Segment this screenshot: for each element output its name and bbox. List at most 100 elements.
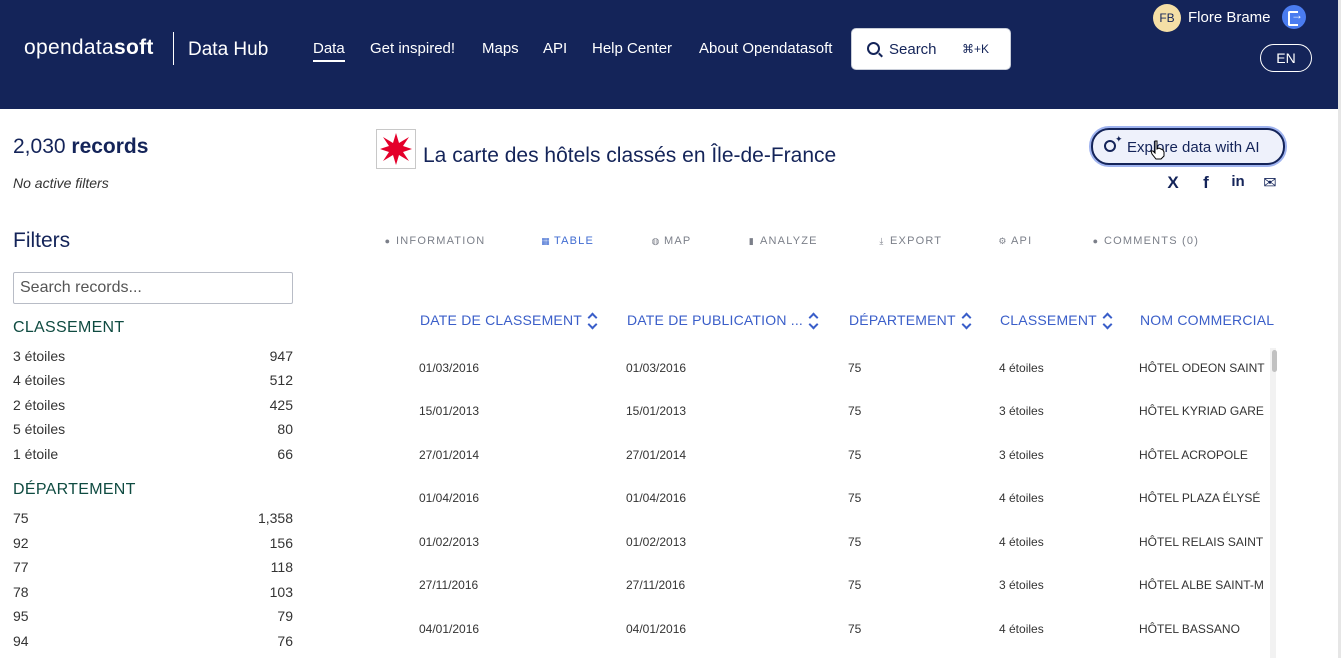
tab-information[interactable]: ● INFORMATION [383,235,485,247]
table-cell: 15/01/2013 [626,404,687,418]
column-header-departement[interactable]: DÉPARTEMENT [849,312,972,328]
table-scrollbar[interactable] [1270,348,1276,658]
comments-icon: ● [1092,236,1100,246]
facet-item[interactable]: 1 étoile 66 [13,446,293,462]
table-scrollbar-thumb[interactable] [1272,350,1277,372]
facet-item[interactable]: 75 1,358 [13,510,293,526]
star-logo-icon [380,133,412,165]
records-count: 2,030 records [13,135,149,158]
facet-item-label: 77 [13,559,29,575]
table-row[interactable]: 27/11/2016 27/11/2016 75 3 étoiles HÔTEL… [400,578,1270,621]
facet-item[interactable]: 2 étoiles 425 [13,397,293,413]
filters-heading: Filters [13,229,71,252]
table-cell: 3 étoiles [999,448,1044,462]
nav-maps[interactable]: Maps [482,40,519,57]
table-cell: 75 [848,622,862,636]
portal-title[interactable]: Data Hub [188,39,268,61]
table-row[interactable]: 27/01/2014 27/01/2014 75 3 étoiles HÔTEL… [400,448,1270,491]
table-row[interactable]: 04/01/2016 04/01/2016 75 4 étoiles HÔTEL… [400,622,1270,658]
table-cell: 04/01/2016 [626,622,687,636]
table-row[interactable]: 01/04/2016 01/04/2016 75 4 étoiles HÔTEL… [400,491,1270,534]
column-header-date-publication[interactable]: DATE DE PUBLICATION ... [627,312,819,328]
facet-item[interactable]: 94 76 [13,633,293,649]
facet-item-label: 92 [13,535,29,551]
sort-icon [588,314,598,328]
column-header-date-classement[interactable]: DATE DE CLASSEMENT [420,312,598,328]
gears-icon: ⚙ [998,236,1008,246]
linkedin-icon[interactable]: in [1229,173,1247,191]
avatar: FB [1153,4,1181,32]
nav-help-center[interactable]: Help Center [592,40,672,57]
facet-item[interactable]: 3 étoiles 947 [13,348,293,364]
facet-item[interactable]: 77 118 [13,559,293,575]
table-cell: 75 [848,535,862,549]
download-icon: ⤓ [879,236,885,246]
facet-item[interactable]: 95 79 [13,608,293,624]
tab-comments[interactable]: ● COMMENTS (0) [1091,235,1199,247]
opendatasoft-logo[interactable]: opendatasoft [24,36,154,60]
records-table: 01/03/2016 01/03/2016 75 4 étoiles HÔTEL… [400,340,1270,658]
column-header-classement[interactable]: CLASSEMENT [1000,312,1113,328]
dataset-logo [376,129,416,169]
tab-map[interactable]: ◍ MAP [651,235,691,247]
table-cell: HÔTEL ACROPOLE [1139,448,1248,462]
nav-data[interactable]: Data [313,40,345,62]
table-cell: 75 [848,361,862,375]
table-cell: 01/03/2016 [419,361,480,375]
facet-item-count: 103 [269,584,293,600]
table-cell: HÔTEL ODEON SAINT [1139,361,1265,375]
email-icon[interactable]: ✉ [1261,173,1279,192]
table-row[interactable]: 15/01/2013 15/01/2013 75 3 étoiles HÔTEL… [400,404,1270,447]
table-cell: 3 étoiles [999,404,1044,418]
table-cell: 4 étoiles [999,361,1044,375]
facet-title-classement[interactable]: CLASSEMENT [13,319,124,337]
table-cell: 75 [848,404,862,418]
global-search-button[interactable]: Search ⌘+K [851,28,1011,70]
table-row[interactable]: 01/02/2013 01/02/2013 75 4 étoiles HÔTEL… [400,535,1270,578]
nav-api[interactable]: API [543,40,567,57]
facet-title-departement[interactable]: DÉPARTEMENT [13,481,136,499]
facet-item[interactable]: 4 étoiles 512 [13,372,293,388]
nav-about[interactable]: About Opendatasoft [699,40,832,57]
table-cell: 4 étoiles [999,491,1044,505]
tab-analyze[interactable]: ▮ ANALYZE [747,235,818,247]
logout-icon[interactable] [1282,5,1306,29]
facet-item-label: 94 [13,633,29,649]
chart-icon: ▮ [748,236,756,246]
table-cell: 01/04/2016 [419,491,480,505]
facet-item-count: 79 [277,608,293,624]
nav-get-inspired[interactable]: Get inspired! [370,40,455,57]
table-cell: 75 [848,578,862,592]
facet-item-label: 3 étoiles [13,348,66,364]
table-cell: 27/01/2014 [419,448,480,462]
sort-icon [1103,314,1113,328]
table-cell: HÔTEL RELAIS SAINT [1139,535,1264,549]
search-records-input[interactable] [13,272,293,304]
column-header-nom-commercial[interactable]: NOM COMMERCIAL [1140,312,1274,328]
tab-export[interactable]: ⤓ EXPORT [877,235,942,247]
user-name: Flore Brame [1188,9,1271,26]
table-cell: 01/03/2016 [626,361,687,375]
facet-item-count: 66 [277,446,293,462]
facet-item[interactable]: 78 103 [13,584,293,600]
search-icon [867,42,880,55]
table-cell: 15/01/2013 [419,404,480,418]
dataset-title: La carte des hôtels classés en Île-de-Fr… [423,144,837,167]
facet-item[interactable]: 92 156 [13,535,293,551]
search-shortcut: ⌘+K [962,42,990,56]
tab-api[interactable]: ⚙ API [998,235,1032,247]
table-cell: 27/11/2016 [626,578,686,592]
facebook-icon[interactable]: f [1197,173,1215,192]
facet-item-label: 95 [13,608,29,624]
tab-table[interactable]: ▦ TABLE [541,235,594,247]
explore-data-ai-button[interactable]: ✦ Explore data with AI [1091,128,1285,165]
table-cell: 04/01/2016 [419,622,480,636]
facet-item-label: 75 [13,510,29,526]
hand-cursor-icon [1150,140,1165,160]
x-twitter-icon[interactable]: X [1164,173,1182,192]
table-row[interactable]: 01/03/2016 01/03/2016 75 4 étoiles HÔTEL… [400,361,1270,404]
table-cell: 4 étoiles [999,535,1044,549]
facet-item[interactable]: 5 étoiles 80 [13,421,293,437]
language-selector[interactable]: EN [1260,44,1312,72]
facet-item-count: 80 [277,421,293,437]
